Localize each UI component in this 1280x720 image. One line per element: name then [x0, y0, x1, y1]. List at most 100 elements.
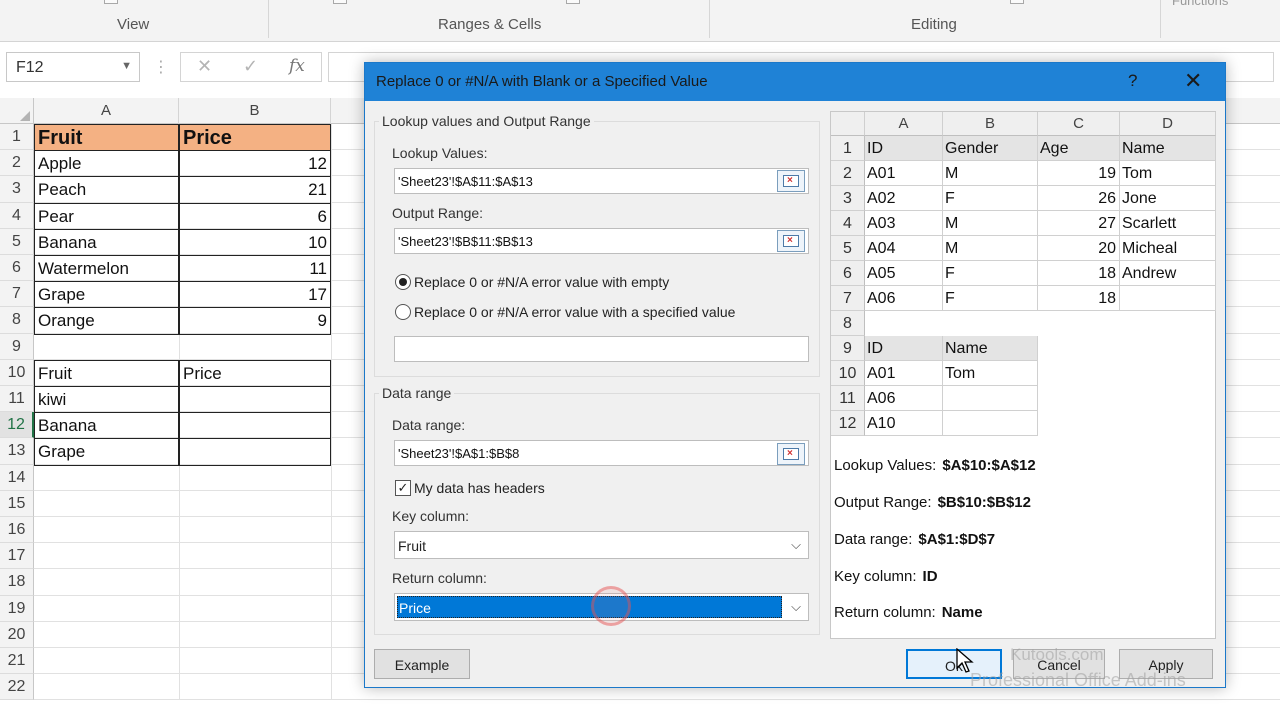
row-header[interactable]: 5 — [0, 228, 34, 255]
table-cell[interactable]: Grape — [34, 438, 179, 466]
select-all-corner[interactable] — [0, 98, 34, 124]
preview-return-label: Return column: — [834, 604, 936, 621]
header-cell[interactable]: Price — [179, 124, 331, 152]
preview-key-label: Key column: — [834, 568, 917, 585]
table-cell[interactable]: 6 — [179, 202, 331, 230]
table-cell[interactable]: Apple — [34, 150, 179, 178]
row-header[interactable]: 4 — [0, 202, 34, 229]
preview-cell: A10 — [865, 411, 943, 436]
preview-cell: A04 — [865, 236, 943, 261]
lookup-values-input[interactable]: 'Sheet23'!$A$11:$A$13 — [394, 168, 809, 194]
output-range-range-button[interactable]: × — [777, 230, 805, 252]
preview-return-info: Return column: Name — [834, 604, 983, 621]
chevron-down-icon[interactable]: ▼ — [121, 60, 132, 72]
table-cell[interactable]: 17 — [179, 281, 331, 309]
lookup-output-group-label: Lookup values and Output Range — [379, 113, 594, 129]
row-header[interactable]: 21 — [0, 648, 34, 675]
preview-row-header: 7 — [831, 286, 865, 311]
table-cell[interactable]: Banana — [34, 228, 179, 256]
chevron-down-icon[interactable]: ⌵ — [791, 537, 801, 553]
row-header[interactable]: 17 — [0, 543, 34, 570]
specified-value-input[interactable] — [394, 336, 809, 362]
table-cell[interactable]: 21 — [179, 176, 331, 204]
preview-cell — [943, 386, 1038, 411]
close-icon[interactable]: ✕ — [197, 56, 212, 77]
row-header[interactable]: 12 — [0, 412, 34, 439]
row-header[interactable]: 3 — [0, 176, 34, 203]
lookup-values-range-button[interactable]: × — [777, 170, 805, 192]
range-select-icon-mark: × — [787, 175, 793, 186]
row-header[interactable]: 20 — [0, 621, 34, 648]
table-cell[interactable]: Orange — [34, 307, 179, 335]
range-select-icon-mark: × — [787, 235, 793, 246]
click-indicator — [591, 586, 631, 626]
preview-cell: 26 — [1038, 186, 1120, 211]
preview-cell: A01 — [865, 361, 943, 386]
table-cell[interactable]: kiwi — [34, 386, 179, 414]
example-button[interactable]: Example — [374, 649, 470, 679]
formula-bar-grip-icon[interactable]: ⋮ — [153, 57, 169, 77]
table-cell[interactable]: Fruit — [34, 359, 179, 387]
column-header-b[interactable]: B — [179, 98, 331, 124]
help-icon[interactable]: ? — [1128, 71, 1137, 91]
headers-checkbox[interactable]: ✓ — [395, 480, 411, 496]
row-header[interactable]: 18 — [0, 569, 34, 596]
row-header[interactable]: 13 — [0, 438, 34, 465]
row-header[interactable]: 14 — [0, 464, 34, 491]
headers-checkbox-label[interactable]: My data has headers — [414, 480, 545, 496]
name-box[interactable]: F12 ▼ — [6, 52, 140, 82]
table-cell[interactable] — [179, 438, 331, 466]
data-range-input[interactable]: 'Sheet23'!$A$1:$B$8 — [394, 440, 809, 466]
table-cell[interactable]: 11 — [179, 255, 331, 283]
chevron-down-icon[interactable]: ⌵ — [791, 599, 801, 615]
table-cell[interactable]: 10 — [179, 228, 331, 256]
ribbon-editing-icon[interactable] — [1010, 0, 1024, 4]
grid-line — [34, 699, 1280, 701]
row-header[interactable]: 8 — [0, 307, 34, 334]
column-header-a[interactable]: A — [34, 98, 179, 124]
key-column-select[interactable]: Fruit ⌵ — [394, 531, 809, 559]
row-header[interactable]: 1 — [0, 124, 34, 151]
row-header[interactable]: 11 — [0, 386, 34, 413]
row-header[interactable]: 7 — [0, 281, 34, 308]
preview-data-value: $A$1:$D$7 — [918, 531, 996, 548]
preview-row-header: 11 — [831, 386, 865, 411]
ribbon-functions-label[interactable]: Functions — [1172, 0, 1228, 8]
table-cell[interactable]: Peach — [34, 176, 179, 204]
dialog-titlebar[interactable]: Replace 0 or #N/A with Blank or a Specif… — [365, 63, 1225, 101]
ribbon-view-icon[interactable] — [104, 0, 118, 4]
table-cell[interactable]: Pear — [34, 202, 179, 230]
row-header[interactable]: 2 — [0, 150, 34, 177]
radio-replace-specified[interactable] — [395, 304, 411, 320]
row-header[interactable]: 19 — [0, 595, 34, 622]
table-cell[interactable]: 9 — [179, 307, 331, 335]
row-header[interactable]: 16 — [0, 517, 34, 544]
radio-replace-specified-label[interactable]: Replace 0 or #N/A error value with a spe… — [414, 304, 735, 320]
row-header[interactable]: 10 — [0, 359, 34, 386]
table-cell[interactable]: Watermelon — [34, 255, 179, 283]
header-cell[interactable]: Fruit — [34, 124, 179, 152]
table-cell[interactable]: 12 — [179, 150, 331, 178]
table-cell[interactable]: Grape — [34, 281, 179, 309]
ribbon-range-icon[interactable] — [566, 0, 580, 4]
row-header[interactable]: 15 — [0, 490, 34, 517]
table-cell[interactable] — [179, 412, 331, 440]
row-header[interactable]: 9 — [0, 333, 34, 360]
table-cell[interactable]: Price — [179, 359, 331, 387]
preview-row-header: 5 — [831, 236, 865, 261]
row-header[interactable]: 6 — [0, 255, 34, 282]
function-icon[interactable]: fx — [289, 56, 305, 76]
radio-replace-empty[interactable] — [395, 274, 411, 290]
output-range-input[interactable]: 'Sheet23'!$B$11:$B$13 — [394, 228, 809, 254]
radio-replace-empty-label[interactable]: Replace 0 or #N/A error value with empty — [414, 274, 669, 290]
table-cell[interactable]: Banana — [34, 412, 179, 440]
close-icon[interactable]: ✕ — [1184, 68, 1202, 94]
data-range-range-button[interactable]: × — [777, 443, 805, 465]
table-cell[interactable] — [179, 386, 331, 414]
preview-row-header: 2 — [831, 161, 865, 186]
preview-lookup-info: Lookup Values: $A$10:$A$12 — [834, 457, 1036, 474]
ribbon-copy-ranges-icon[interactable] — [333, 0, 347, 4]
check-icon[interactable]: ✓ — [243, 56, 258, 77]
ribbon-group-editing-label: Editing — [911, 16, 957, 33]
row-header[interactable]: 22 — [0, 674, 34, 701]
